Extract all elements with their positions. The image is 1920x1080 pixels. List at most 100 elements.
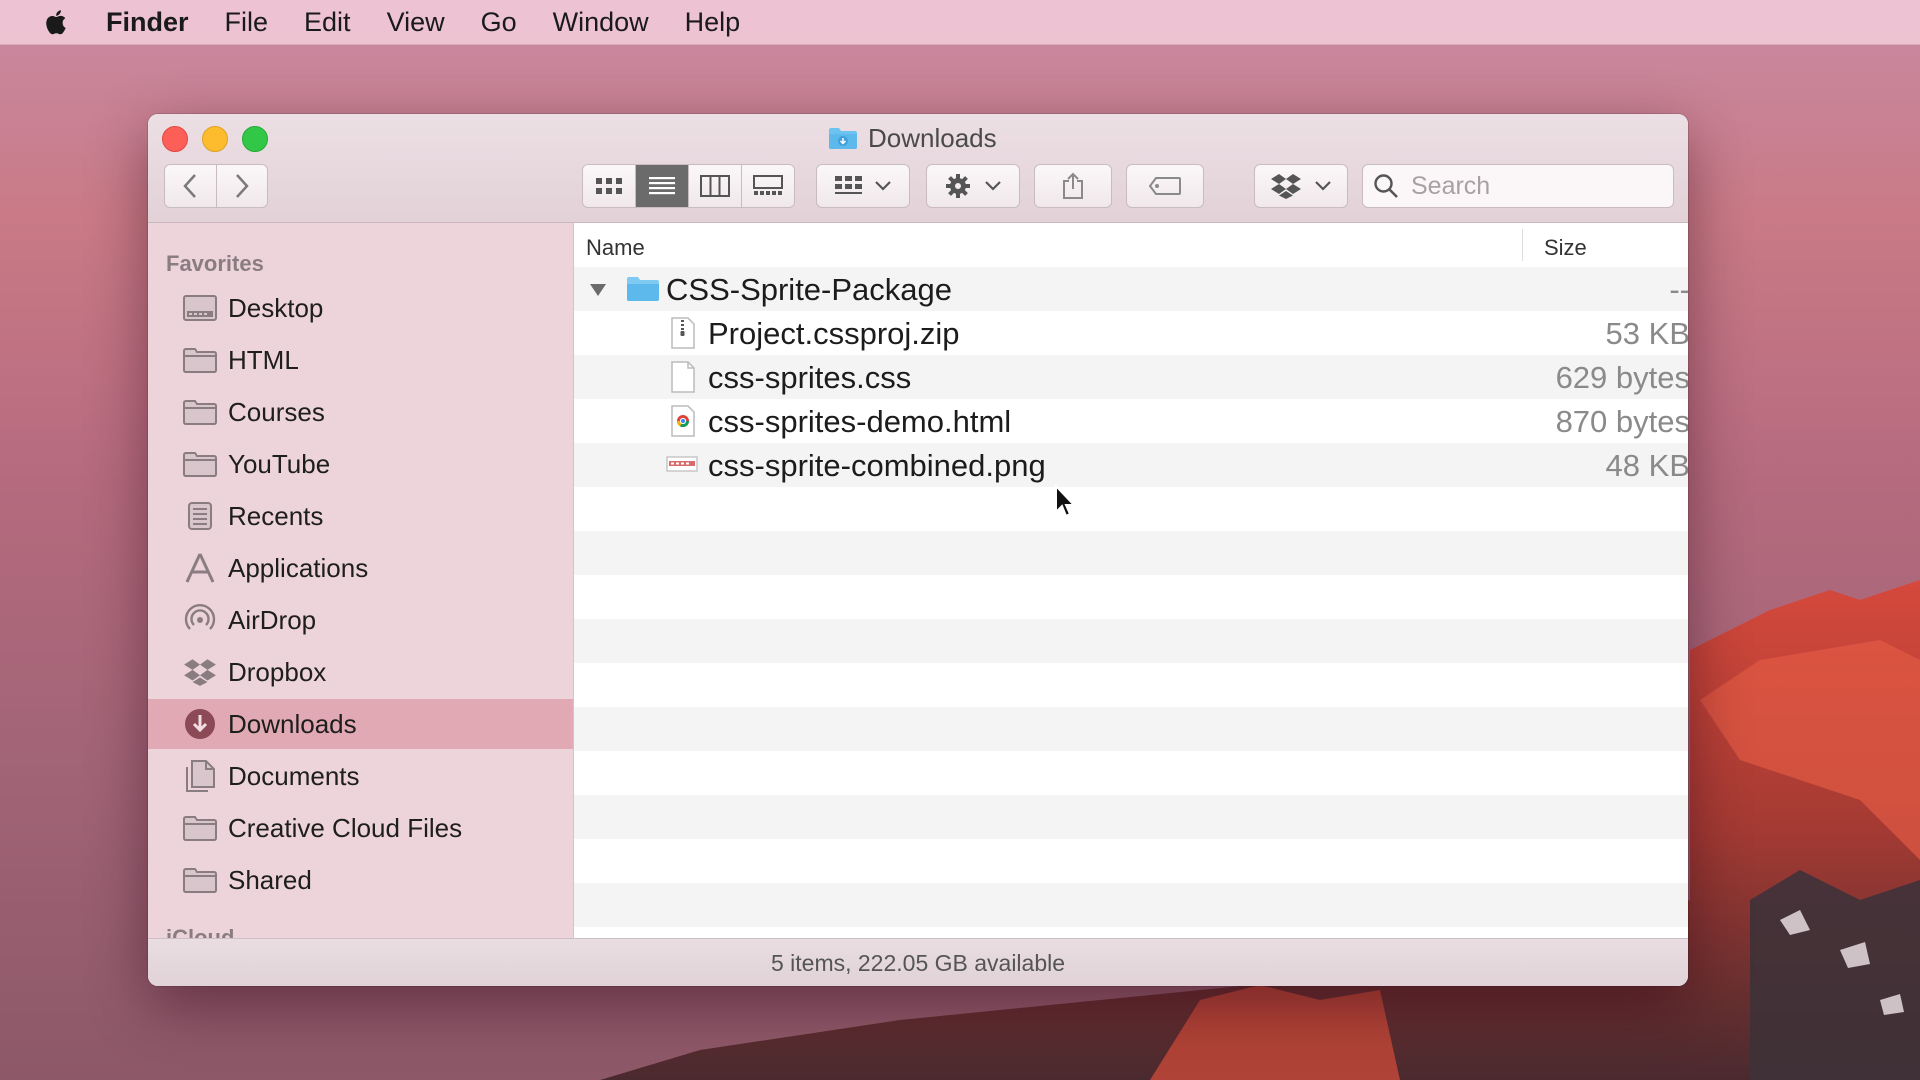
file-size: 870 bytes <box>1555 404 1688 439</box>
empty-row <box>574 795 1688 839</box>
sidebar-item-label: Desktop <box>228 292 324 323</box>
file-name: CSS-Sprite-Package <box>666 272 953 307</box>
forward-button[interactable] <box>217 165 268 207</box>
sidebar-item-dropbox[interactable]: Dropbox <box>148 647 573 697</box>
file-name: css-sprites.css <box>708 360 912 395</box>
nav-buttons <box>164 164 268 208</box>
menu-go[interactable]: Go <box>481 7 517 38</box>
sidebar-item-html[interactable]: HTML <box>148 335 573 385</box>
empty-row <box>574 619 1688 663</box>
sidebar-item-label: Documents <box>228 760 360 791</box>
dropbox-icon <box>1271 174 1301 199</box>
toolbar: Downloads <box>148 114 1688 223</box>
file-size: 53 KB <box>1605 316 1688 351</box>
recents-icon <box>182 499 218 533</box>
back-button[interactable] <box>165 165 217 207</box>
column-divider[interactable] <box>1522 229 1523 261</box>
gear-icon <box>946 174 970 198</box>
finder-window: Downloads Search Favorites Desktop HTML … <box>148 114 1688 986</box>
sidebar-item-label: HTML <box>228 344 299 375</box>
sidebar-item-documents[interactable]: Documents <box>148 751 573 801</box>
folder-icon <box>182 395 218 429</box>
html-file-icon <box>671 405 695 437</box>
status-text: 5 items, 222.05 GB available <box>770 949 1066 976</box>
sidebar-item-recents[interactable]: Recents <box>148 491 573 541</box>
status-bar: 5 items, 222.05 GB available <box>148 938 1688 986</box>
group-icon <box>835 176 862 194</box>
table-row[interactable]: css-sprite-combined.png 48 KB <box>574 443 1688 487</box>
minimize-button[interactable] <box>202 126 228 152</box>
chevron-right-icon <box>235 174 249 198</box>
sidebar-section-favorites: Favorites <box>166 251 264 276</box>
sidebar-item-downloads[interactable]: Downloads <box>148 699 573 749</box>
column-size-header[interactable]: Size <box>1544 235 1587 261</box>
list-view-icon <box>649 177 675 195</box>
file-list: Name Size CSS-Sprite-Package -- Project.… <box>574 223 1688 938</box>
search-input[interactable] <box>1409 170 1663 202</box>
downloads-icon <box>182 707 218 741</box>
table-row[interactable]: CSS-Sprite-Package -- <box>574 267 1688 311</box>
menu-edit[interactable]: Edit <box>304 7 351 38</box>
applications-icon <box>182 551 218 585</box>
share-button[interactable] <box>1034 164 1112 208</box>
empty-row <box>574 487 1688 531</box>
apple-icon[interactable] <box>42 7 72 37</box>
chevron-left-icon <box>183 174 197 198</box>
menu-view[interactable]: View <box>387 7 445 38</box>
folder-icon <box>182 343 218 377</box>
action-button[interactable] <box>926 164 1020 208</box>
view-mode-control <box>582 164 795 208</box>
sidebar-item-applications[interactable]: Applications <box>148 543 573 593</box>
search-field[interactable] <box>1362 164 1674 208</box>
chevron-down-icon <box>875 181 891 191</box>
menu-window[interactable]: Window <box>553 7 649 38</box>
zoom-button[interactable] <box>242 126 268 152</box>
sidebar-item-creative-cloud-files[interactable]: Creative Cloud Files <box>148 803 573 853</box>
file-size: -- <box>1669 272 1688 307</box>
column-header: Name Size <box>574 223 1688 268</box>
sidebar: Favorites Desktop HTML Courses YouTube R… <box>148 223 574 938</box>
empty-row <box>574 707 1688 751</box>
share-icon <box>1063 172 1083 199</box>
close-button[interactable] <box>162 126 188 152</box>
folder-icon <box>627 277 659 301</box>
file-size: 629 bytes <box>1555 360 1688 395</box>
sidebar-item-label: Creative Cloud Files <box>228 812 463 843</box>
empty-row <box>574 663 1688 707</box>
group-by-button[interactable] <box>816 164 910 208</box>
menu-app-finder[interactable]: Finder <box>106 7 189 38</box>
disclosure-triangle-icon[interactable] <box>588 279 608 299</box>
sidebar-item-youtube[interactable]: YouTube <box>148 439 573 489</box>
list-view-button[interactable] <box>636 165 689 207</box>
css-file-icon <box>671 361 695 393</box>
sidebar-item-label: Dropbox <box>228 656 327 687</box>
column-view-button[interactable] <box>689 165 742 207</box>
icon-view-button[interactable] <box>583 165 636 207</box>
table-row[interactable]: Project.cssproj.zip 53 KB <box>574 311 1688 355</box>
sidebar-section-icloud: iCloud <box>166 925 235 938</box>
file-name: css-sprites-demo.html <box>708 404 1012 439</box>
gallery-view-button[interactable] <box>742 165 794 207</box>
gallery-view-icon <box>753 175 783 195</box>
table-row[interactable]: css-sprites-demo.html 870 bytes <box>574 399 1688 443</box>
folder-icon <box>182 811 218 845</box>
folder-icon <box>182 447 218 481</box>
sidebar-item-courses[interactable]: Courses <box>148 387 573 437</box>
table-row[interactable]: css-sprites.css 629 bytes <box>574 355 1688 399</box>
sidebar-item-desktop[interactable]: Desktop <box>148 283 573 333</box>
sidebar-item-airdrop[interactable]: AirDrop <box>148 595 573 645</box>
column-name-header[interactable]: Name <box>586 235 645 261</box>
dropbox-button[interactable] <box>1254 164 1348 208</box>
sidebar-item-shared[interactable]: Shared <box>148 855 573 905</box>
tag-icon <box>1148 177 1181 195</box>
zip-file-icon <box>671 317 695 349</box>
sidebar-item-label: YouTube <box>228 448 331 479</box>
empty-row <box>574 839 1688 883</box>
tags-button[interactable] <box>1126 164 1204 208</box>
column-view-icon <box>700 175 730 197</box>
folder-icon <box>182 863 218 897</box>
menu-help[interactable]: Help <box>685 7 741 38</box>
menu-file[interactable]: File <box>225 7 269 38</box>
search-icon <box>1374 174 1398 198</box>
png-file-icon <box>666 456 698 472</box>
